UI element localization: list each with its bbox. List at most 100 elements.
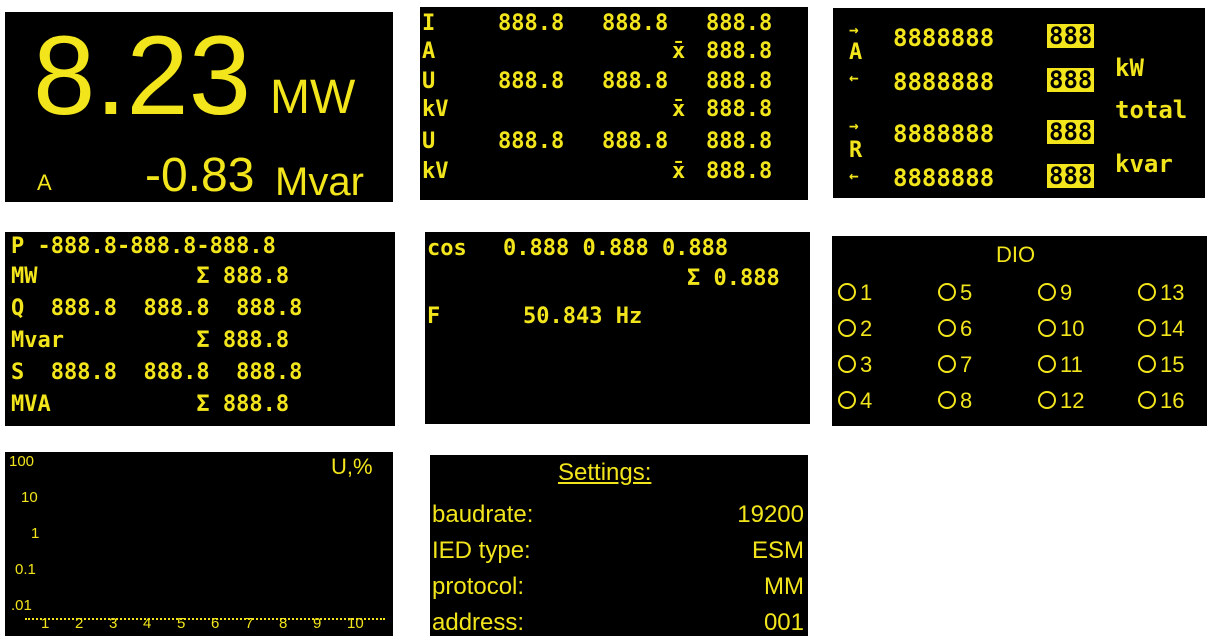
- dio-circle-icon: [838, 319, 856, 337]
- x-tick-label: 9: [313, 615, 322, 632]
- y-tick-label: 10: [21, 489, 38, 506]
- counter-fraction: 888: [1047, 66, 1095, 94]
- line-mva: MVA Σ 888.8: [11, 392, 290, 417]
- cos-label: cos: [427, 236, 467, 261]
- unit-kw: kW: [1115, 54, 1144, 82]
- dio-indicator: 11: [1038, 352, 1083, 378]
- counter-fraction: 888: [1047, 118, 1095, 146]
- mean-value: 888.8: [706, 159, 773, 184]
- mean-value: 888.8: [706, 39, 773, 64]
- x-tick-label: 7: [245, 615, 254, 632]
- dio-circle-icon: [838, 355, 856, 373]
- line-q: Q 888.8 888.8 888.8: [11, 296, 303, 321]
- settings-title: Settings:: [558, 459, 652, 486]
- label-kv2: kV: [422, 159, 449, 184]
- dio-circle-icon: [938, 319, 956, 337]
- value-cell: 888.8: [706, 129, 773, 154]
- settings-value: 001: [763, 609, 804, 636]
- value-cell: 888.8: [498, 69, 565, 94]
- value-cell: 888.8: [602, 69, 669, 94]
- mean-symbol: x̄: [672, 159, 686, 184]
- counter-fraction: 888: [1047, 162, 1095, 190]
- dio-number: 12: [1060, 388, 1085, 413]
- dio-number: 4: [860, 388, 873, 413]
- display-cos-frequency: cos 0.888 0.888 0.888 Σ 0.888 F 50.843 H…: [425, 232, 810, 424]
- dio-indicator: 9: [1038, 280, 1072, 306]
- display-harmonics-chart: U,% 100 10 1 0.1 .01 1 2 3 4 5 6 7 8 9 10: [5, 452, 393, 636]
- dio-indicator: 6: [938, 316, 972, 342]
- dio-number: 16: [1160, 388, 1185, 413]
- dio-indicator: 13: [1138, 280, 1184, 306]
- active-power-unit: MW: [270, 71, 356, 124]
- label-u2: U: [422, 129, 436, 154]
- label-kv1: kV: [422, 97, 449, 122]
- dio-indicator: 12: [1038, 388, 1084, 414]
- counter-digits: 8888888: [893, 164, 995, 192]
- dio-indicator: 16: [1138, 388, 1184, 414]
- x-tick-label: 10: [347, 615, 364, 632]
- line-mw: MW Σ 888.8: [11, 264, 290, 289]
- display-dio: DIO 1 5 9 13 2 6 10 14 3 7 11 15 4 8 12 16: [832, 236, 1207, 426]
- display-power-summary: 8.23 MW A -0.83 Mvar: [5, 12, 393, 202]
- reactive-power-value: -0.83: [145, 149, 255, 202]
- cos-sum: Σ 0.888: [687, 266, 780, 291]
- counter-digits: 8888888: [893, 24, 995, 52]
- value-cell: 888.8: [602, 129, 669, 154]
- mean-value: 888.8: [706, 97, 773, 122]
- dio-circle-icon: [838, 391, 856, 409]
- unit-kvar: kvar: [1115, 150, 1173, 178]
- x-tick-label: 3: [109, 615, 118, 632]
- mean-symbol: x̄: [672, 39, 686, 64]
- display-energy-counters: → A 8888888 888 kW ← 8888888 888 total →…: [833, 8, 1205, 198]
- settings-value: MM: [764, 573, 804, 600]
- x-tick-label: 5: [177, 615, 186, 632]
- label-i: I: [422, 11, 436, 36]
- label-u1: U: [422, 69, 436, 94]
- value-cell: 888.8: [498, 11, 565, 36]
- settings-value: 19200: [737, 501, 804, 528]
- dio-number: 13: [1160, 280, 1185, 305]
- dio-number: 10: [1060, 316, 1085, 341]
- dio-number: 14: [1160, 316, 1185, 341]
- y-tick-label: 100: [9, 453, 35, 470]
- f-label: F: [427, 304, 441, 329]
- dio-circle-icon: [938, 283, 956, 301]
- arrow-icon: →: [849, 116, 859, 135]
- label-a: A: [849, 40, 863, 65]
- dio-circle-icon: [1038, 355, 1056, 373]
- dio-circle-icon: [1038, 391, 1056, 409]
- dio-indicator: 10: [1038, 316, 1084, 342]
- mean-symbol: x̄: [672, 97, 686, 122]
- y-tick-label: 0.1: [15, 561, 36, 578]
- display-power-phases: P -888.8-888.8-888.8 MW Σ 888.8 Q 888.8 …: [5, 232, 395, 426]
- label-a: A: [422, 39, 436, 64]
- value-cell: 888.8: [706, 69, 773, 94]
- line-s: S 888.8 888.8 888.8: [11, 360, 303, 385]
- reactive-power-unit: Mvar: [275, 160, 364, 202]
- dio-indicator: 14: [1138, 316, 1184, 342]
- arrow-icon: →: [849, 20, 859, 39]
- settings-label: baudrate:: [432, 501, 534, 528]
- dio-number: 11: [1060, 352, 1083, 377]
- arrow-icon: ←: [849, 68, 859, 87]
- dio-indicator: 7: [938, 352, 972, 378]
- frequency-value: 50.843 Hz: [523, 304, 643, 329]
- settings-label: IED type:: [432, 537, 531, 564]
- value-cell: 888.8: [498, 129, 565, 154]
- dio-indicator: 8: [938, 388, 972, 414]
- settings-label: address:: [432, 609, 525, 636]
- dio-indicator: 2: [838, 316, 872, 342]
- settings-value: ESM: [751, 537, 804, 564]
- settings-label: protocol:: [432, 573, 525, 600]
- dio-circle-icon: [1138, 319, 1156, 337]
- x-tick-label: 4: [143, 615, 152, 632]
- arrow-icon: ←: [849, 166, 859, 185]
- dio-number: 6: [960, 316, 973, 341]
- y-tick-label: .01: [11, 597, 32, 614]
- dio-circle-icon: [938, 355, 956, 373]
- dio-circle-icon: [838, 283, 856, 301]
- dio-number: 1: [860, 280, 873, 305]
- phase-label: A: [37, 170, 52, 195]
- dio-circle-icon: [1138, 391, 1156, 409]
- dio-number: 8: [960, 388, 973, 413]
